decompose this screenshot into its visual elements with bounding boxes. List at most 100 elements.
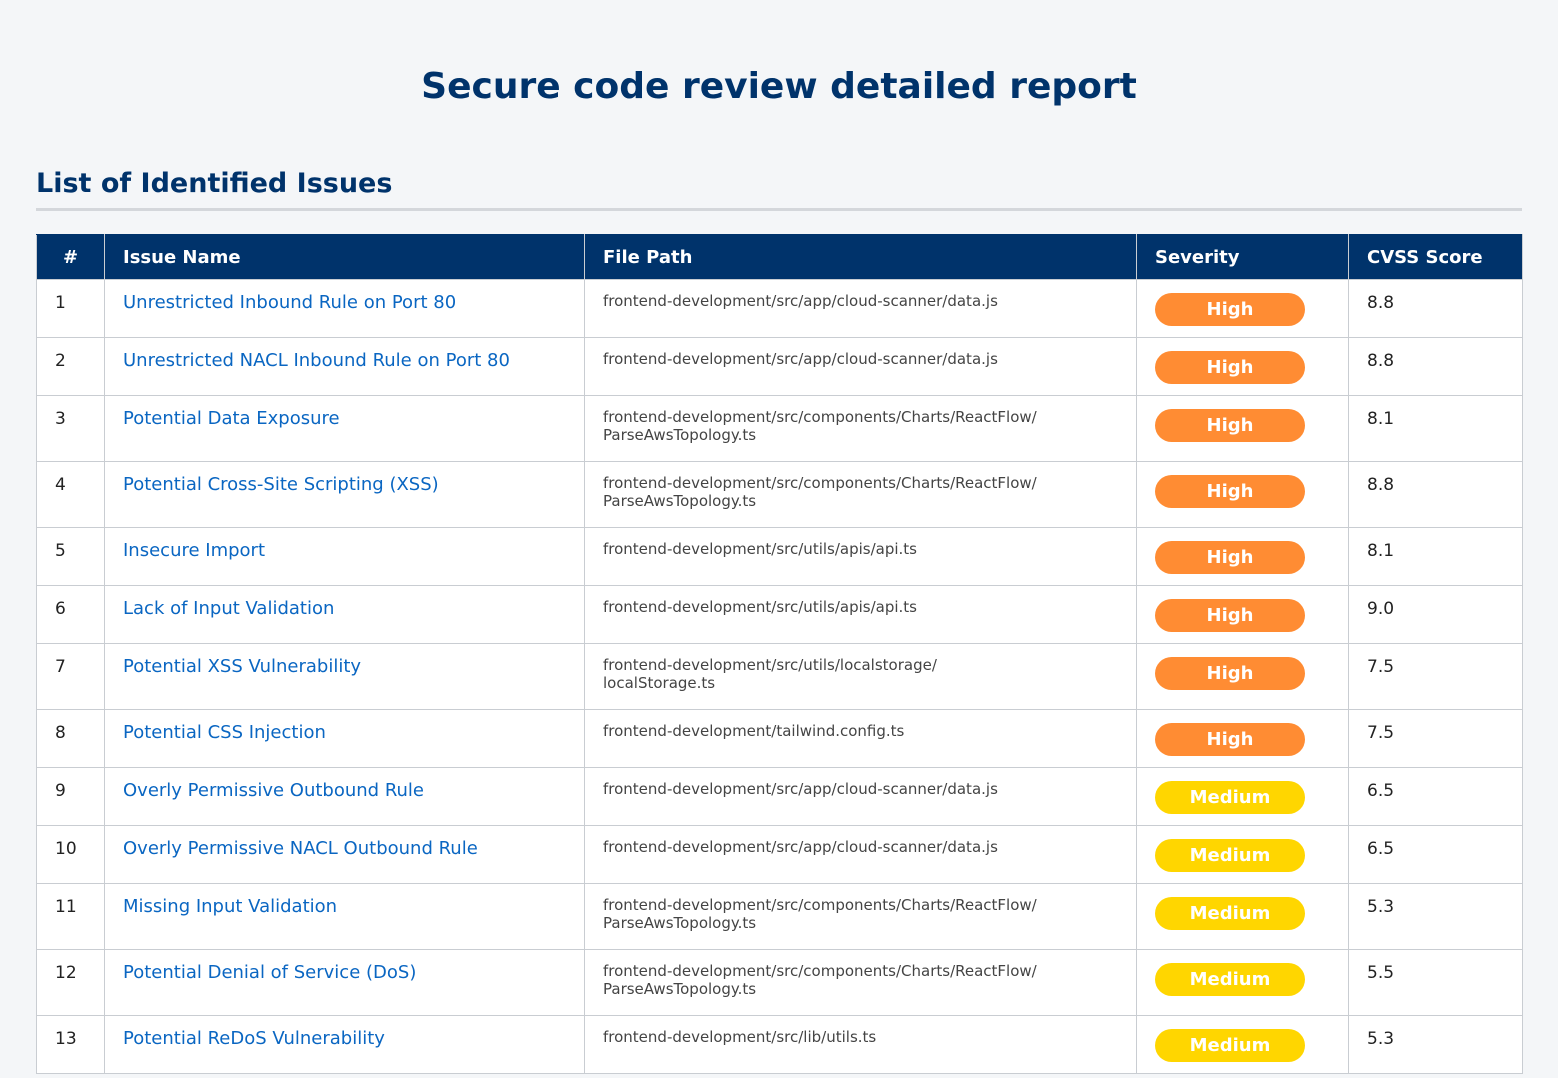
- file-path-line: frontend-development/src/components/Char…: [603, 896, 1037, 914]
- table-row: 10 Overly Permissive NACL Outbound Rule fr…: [36, 825, 1523, 884]
- file-path-line: ParseAwsTopology.ts: [603, 914, 757, 932]
- file-path-cell: frontend-development/src/app/cloud-scann…: [584, 767, 1137, 826]
- severity-cell: High: [1136, 709, 1349, 768]
- issue-name-link[interactable]: Potential Denial of Service (DoS): [123, 962, 416, 983]
- file-path-cell: frontend-development/src/lib/utils.ts: [584, 1015, 1137, 1074]
- issues-table: # Issue Name File Path Severity CVSS Sco…: [36, 234, 1523, 1074]
- cvss-score: 9.0: [1348, 585, 1523, 644]
- issue-name-link[interactable]: Unrestricted NACL Inbound Rule on Port 8…: [123, 350, 510, 371]
- file-path-line: ParseAwsTopology.ts: [603, 492, 757, 510]
- issue-name-cell: Potential Data Exposure: [104, 395, 585, 462]
- cvss-score: 5.5: [1348, 949, 1523, 1016]
- issue-number: 2: [36, 337, 105, 396]
- severity-cell: Medium: [1136, 1015, 1349, 1074]
- table-row: 4 Potential Cross-Site Scripting (XSS) fro…: [36, 461, 1523, 528]
- issue-name-link[interactable]: Lack of Input Validation: [123, 598, 334, 619]
- column-header-severity: Severity: [1136, 234, 1349, 280]
- table-row: 2 Unrestricted NACL Inbound Rule on Port …: [36, 337, 1523, 396]
- issue-name-cell: Lack of Input Validation: [104, 585, 585, 644]
- issue-name-link[interactable]: Potential XSS Vulnerability: [123, 656, 361, 677]
- issue-name-link[interactable]: Overly Permissive NACL Outbound Rule: [123, 838, 478, 859]
- table-row: 5 Insecure Import frontend-development/src…: [36, 527, 1523, 586]
- severity-cell: High: [1136, 461, 1349, 528]
- issue-number: 10: [36, 825, 105, 884]
- cvss-score: 5.3: [1348, 1015, 1523, 1074]
- severity-cell: High: [1136, 643, 1349, 710]
- cvss-score: 8.8: [1348, 337, 1523, 396]
- severity-badge: High: [1155, 293, 1305, 326]
- report-title: Secure code review detailed report: [421, 66, 1137, 107]
- issue-name-link[interactable]: Potential CSS Injection: [123, 722, 326, 743]
- issue-name-cell: Missing Input Validation: [104, 883, 585, 950]
- issue-number: 11: [36, 883, 105, 950]
- cvss-score: 8.8: [1348, 461, 1523, 528]
- column-header-file-path: File Path: [584, 234, 1137, 280]
- table-row: 1 Unrestricted Inbound Rule on Port 80 fro…: [36, 279, 1523, 338]
- cvss-score: 8.8: [1348, 279, 1523, 338]
- issue-name-cell: Potential Denial of Service (DoS): [104, 949, 585, 1016]
- column-header-cvss-score: CVSS Score: [1348, 234, 1523, 280]
- table-body: 1 Unrestricted Inbound Rule on Port 80 fro…: [36, 279, 1523, 1074]
- severity-badge: High: [1155, 409, 1305, 442]
- file-path-line: frontend-development/src/app/cloud-scann…: [603, 350, 998, 368]
- file-path-cell: frontend-development/src/app/cloud-scann…: [584, 337, 1137, 396]
- severity-cell: High: [1136, 585, 1349, 644]
- severity-badge: Medium: [1155, 1029, 1305, 1062]
- issue-name-link[interactable]: Unrestricted Inbound Rule on Port 80: [123, 292, 456, 313]
- severity-badge: High: [1155, 351, 1305, 384]
- file-path-line: frontend-development/src/app/cloud-scann…: [603, 838, 998, 856]
- severity-cell: Medium: [1136, 883, 1349, 950]
- issue-number: 4: [36, 461, 105, 528]
- file-path-line: ParseAwsTopology.ts: [603, 980, 757, 998]
- file-path-line: frontend-development/tailwind.config.ts: [603, 722, 905, 740]
- file-path-line: frontend-development/src/components/Char…: [603, 962, 1037, 980]
- section-divider: [36, 208, 1522, 211]
- table-row: 9 Overly Permissive Outbound Rule frontend…: [36, 767, 1523, 826]
- file-path-cell: frontend-development/src/components/Char…: [584, 883, 1137, 950]
- table-row: 8 Potential CSS Injection frontend-develop…: [36, 709, 1523, 768]
- issue-name-link[interactable]: Insecure Import: [123, 540, 265, 561]
- issue-number: 6: [36, 585, 105, 644]
- severity-cell: Medium: [1136, 767, 1349, 826]
- issue-number: 8: [36, 709, 105, 768]
- issue-number: 1: [36, 279, 105, 338]
- cvss-score: 8.1: [1348, 395, 1523, 462]
- file-path-line: frontend-development/src/components/Char…: [603, 408, 1037, 426]
- file-path-cell: frontend-development/tailwind.config.ts: [584, 709, 1137, 768]
- severity-badge: High: [1155, 599, 1305, 632]
- file-path-cell: frontend-development/src/components/Char…: [584, 949, 1137, 1016]
- severity-cell: High: [1136, 527, 1349, 586]
- table-row: 3 Potential Data Exposure frontend-develop…: [36, 395, 1523, 462]
- issue-name-cell: Overly Permissive NACL Outbound Rule: [104, 825, 585, 884]
- issue-name-cell: Unrestricted Inbound Rule on Port 80: [104, 279, 585, 338]
- issue-name-link[interactable]: Potential Data Exposure: [123, 408, 340, 429]
- cvss-score: 8.1: [1348, 527, 1523, 586]
- file-path-line: frontend-development/src/utils/apis/api.…: [603, 540, 917, 558]
- issue-number: 12: [36, 949, 105, 1016]
- file-path-line: localStorage.ts: [603, 674, 716, 692]
- issue-name-cell: Potential ReDoS Vulnerability: [104, 1015, 585, 1074]
- severity-cell: High: [1136, 395, 1349, 462]
- file-path-line: frontend-development/src/lib/utils.ts: [603, 1028, 877, 1046]
- issue-name-link[interactable]: Potential ReDoS Vulnerability: [123, 1028, 385, 1049]
- column-header-issue-name: Issue Name: [104, 234, 585, 280]
- issue-number: 3: [36, 395, 105, 462]
- cvss-score: 6.5: [1348, 825, 1523, 884]
- severity-badge: Medium: [1155, 839, 1305, 872]
- severity-badge: High: [1155, 657, 1305, 690]
- issue-name-link[interactable]: Potential Cross-Site Scripting (XSS): [123, 474, 439, 495]
- issue-number: 5: [36, 527, 105, 586]
- file-path-line: ParseAwsTopology.ts: [603, 426, 757, 444]
- file-path-cell: frontend-development/src/utils/apis/api.…: [584, 527, 1137, 586]
- issue-name-link[interactable]: Missing Input Validation: [123, 896, 337, 917]
- table-header-row: # Issue Name File Path Severity CVSS Sco…: [36, 234, 1523, 280]
- table-row: 7 Potential XSS Vulnerability frontend-dev…: [36, 643, 1523, 710]
- file-path-cell: frontend-development/src/app/cloud-scann…: [584, 825, 1137, 884]
- issue-name-link[interactable]: Overly Permissive Outbound Rule: [123, 780, 424, 801]
- severity-badge: High: [1155, 723, 1305, 756]
- severity-badge: Medium: [1155, 963, 1305, 996]
- table-row: 11 Missing Input Validation frontend-devel…: [36, 883, 1523, 950]
- file-path-cell: frontend-development/src/components/Char…: [584, 461, 1137, 528]
- issue-name-cell: Overly Permissive Outbound Rule: [104, 767, 585, 826]
- cvss-score: 5.3: [1348, 883, 1523, 950]
